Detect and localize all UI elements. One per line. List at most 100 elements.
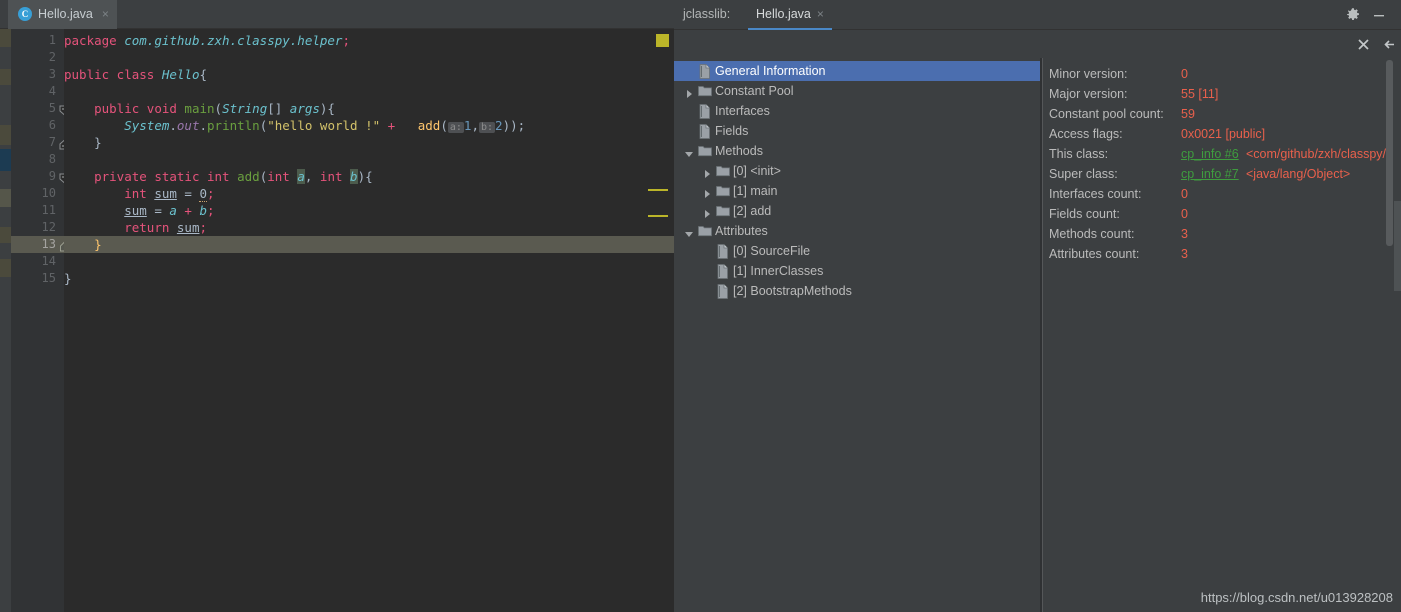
- tool-window-scrollbar-thumb[interactable]: [1394, 201, 1401, 291]
- detail-value: 3: [1181, 227, 1188, 241]
- code-line[interactable]: }: [64, 236, 642, 253]
- code-line[interactable]: public class Hello{: [64, 66, 642, 83]
- tool-window-header: jclasslib: Hello.java ×: [674, 0, 1401, 30]
- code-line[interactable]: }: [64, 270, 642, 287]
- detail-label: This class:: [1049, 147, 1109, 161]
- chevron-down-icon[interactable]: [684, 146, 694, 157]
- chevron-right-icon[interactable]: [702, 166, 712, 178]
- code-line[interactable]: }: [64, 134, 642, 151]
- gear-icon[interactable]: [1345, 7, 1361, 23]
- tool-window-toolbar: [674, 31, 1401, 58]
- tree-item-2-bootstrapmethods[interactable]: [2] BootstrapMethods: [674, 281, 1040, 301]
- warning-marker[interactable]: [648, 189, 668, 191]
- code-token: =: [176, 186, 200, 201]
- tree-item-2-add[interactable]: [2] add: [674, 201, 1040, 221]
- detail-value: 0: [1181, 67, 1188, 81]
- parameter-hint: b:: [478, 122, 496, 133]
- code-token: com.github.zxh.classpy.helper: [124, 33, 343, 48]
- close-icon[interactable]: [1355, 36, 1372, 53]
- vcs-annotation-strip[interactable]: [0, 29, 11, 612]
- tool-window-scrollbar[interactable]: [1394, 31, 1401, 612]
- code-line[interactable]: public void main(String[] args){: [64, 100, 642, 117]
- chevron-down-icon[interactable]: [684, 226, 694, 237]
- code-token: println: [207, 118, 260, 133]
- constant-pool-link[interactable]: cp_info #7: [1181, 167, 1239, 181]
- close-icon[interactable]: ×: [99, 7, 109, 21]
- close-icon[interactable]: ×: [817, 7, 824, 21]
- detail-label: Methods count:: [1049, 227, 1135, 241]
- code-line[interactable]: System.out.println("hello world !" + add…: [64, 117, 642, 134]
- code-token: 0: [199, 186, 208, 202]
- code-token: "hello world !": [267, 118, 381, 133]
- window-controls: [1341, 0, 1401, 30]
- tree-item-1-main[interactable]: [1] main: [674, 181, 1040, 201]
- code-token: (: [440, 118, 448, 133]
- detail-value: 0x0021 [public]: [1181, 127, 1266, 141]
- tree-item-0-sourcefile[interactable]: [0] SourceFile: [674, 241, 1040, 261]
- tool-window-tab-hello-java[interactable]: Hello.java ×: [748, 0, 832, 30]
- detail-label: Attributes count:: [1049, 247, 1140, 261]
- folder-icon: [698, 224, 712, 239]
- editor-pane: C Hello.java × 1 2 3 4 5 6 7 8 9 10 11 12 13 14 15 pac…: [0, 0, 674, 612]
- general-information-panel: Minor version: 0 Major version: 55 [11] Cons…: [1042, 58, 1394, 612]
- line-number: 2: [48, 50, 56, 64]
- inspection-status-icon[interactable]: [656, 34, 669, 47]
- tree-item-attributes[interactable]: Attributes: [674, 221, 1040, 241]
- tree-item-methods[interactable]: Methods: [674, 141, 1040, 161]
- tree-item-0-init[interactable]: [0] <init>: [674, 161, 1040, 181]
- editor-marker-strip[interactable]: [642, 29, 674, 612]
- tree-item-constant-pool[interactable]: Constant Pool: [674, 81, 1040, 101]
- code-line[interactable]: private static int add(int a, int b){: [64, 168, 642, 185]
- class-structure-tree[interactable]: General Information Constant Pool Interfac…: [674, 58, 1040, 612]
- code-text-area[interactable]: package com.github.zxh.classpy.helper; pu…: [64, 29, 642, 612]
- line-number: 13: [41, 237, 56, 251]
- vcs-change-marker[interactable]: [0, 69, 11, 85]
- editor-gutter[interactable]: 1 2 3 4 5 6 7 8 9 10 11 12 13 14 15: [11, 29, 64, 612]
- tree-item-label: Fields: [715, 124, 749, 138]
- line-number: 8: [48, 152, 56, 166]
- details-scrollbar-thumb[interactable]: [1386, 60, 1393, 246]
- tree-item-label: Methods: [715, 144, 763, 158]
- tree-item-interfaces[interactable]: Interfaces: [674, 101, 1040, 121]
- line-number: 10: [41, 186, 56, 200]
- detail-value-extra: <com/github/zxh/classpy/: [1246, 147, 1386, 161]
- code-line[interactable]: [64, 151, 642, 168]
- tree-item-general-information[interactable]: General Information: [674, 61, 1040, 81]
- code-line[interactable]: sum = a + b;: [64, 202, 642, 219]
- ide-window: C Hello.java × 1 2 3 4 5 6 7 8 9 10 11 12 13 14 15 pac…: [0, 0, 1401, 612]
- tree-item-1-innerclasses[interactable]: [1] InnerClasses: [674, 261, 1040, 281]
- chevron-right-icon[interactable]: [702, 186, 712, 198]
- line-number: 9: [48, 169, 56, 183]
- code-line[interactable]: return sum;: [64, 219, 642, 236]
- constant-pool-link[interactable]: cp_info #6: [1181, 147, 1239, 161]
- editor-tab-label: Hello.java: [38, 6, 93, 21]
- code-line[interactable]: [64, 83, 642, 100]
- tree-item-label: [2] BootstrapMethods: [733, 284, 852, 298]
- tree-item-fields[interactable]: Fields: [674, 121, 1040, 141]
- parameter-hint: a:: [447, 122, 464, 133]
- warning-marker[interactable]: [648, 215, 668, 217]
- code-token: b: [350, 169, 358, 184]
- vcs-change-marker[interactable]: [0, 29, 11, 47]
- detail-value: 3: [1181, 247, 1188, 261]
- chevron-right-icon[interactable]: [684, 86, 694, 98]
- vcs-change-marker[interactable]: [0, 189, 11, 207]
- vcs-change-marker[interactable]: [0, 125, 11, 145]
- page-icon: [716, 284, 729, 299]
- details-scrollbar[interactable]: [1385, 58, 1394, 612]
- vcs-change-marker[interactable]: [0, 149, 11, 171]
- code-line[interactable]: [64, 49, 642, 66]
- chevron-right-icon[interactable]: [702, 206, 712, 218]
- code-line[interactable]: [64, 253, 642, 270]
- code-line[interactable]: package com.github.zxh.classpy.helper;: [64, 32, 642, 49]
- minimize-icon[interactable]: [1371, 7, 1387, 23]
- vcs-change-marker[interactable]: [0, 227, 11, 243]
- editor-tab-hello-java[interactable]: C Hello.java ×: [8, 0, 117, 29]
- detail-label: Fields count:: [1049, 207, 1120, 221]
- code-token: args: [289, 101, 320, 116]
- vcs-change-marker[interactable]: [0, 259, 11, 277]
- code-token: int: [319, 169, 351, 184]
- code-line[interactable]: int sum = 0;: [64, 185, 642, 202]
